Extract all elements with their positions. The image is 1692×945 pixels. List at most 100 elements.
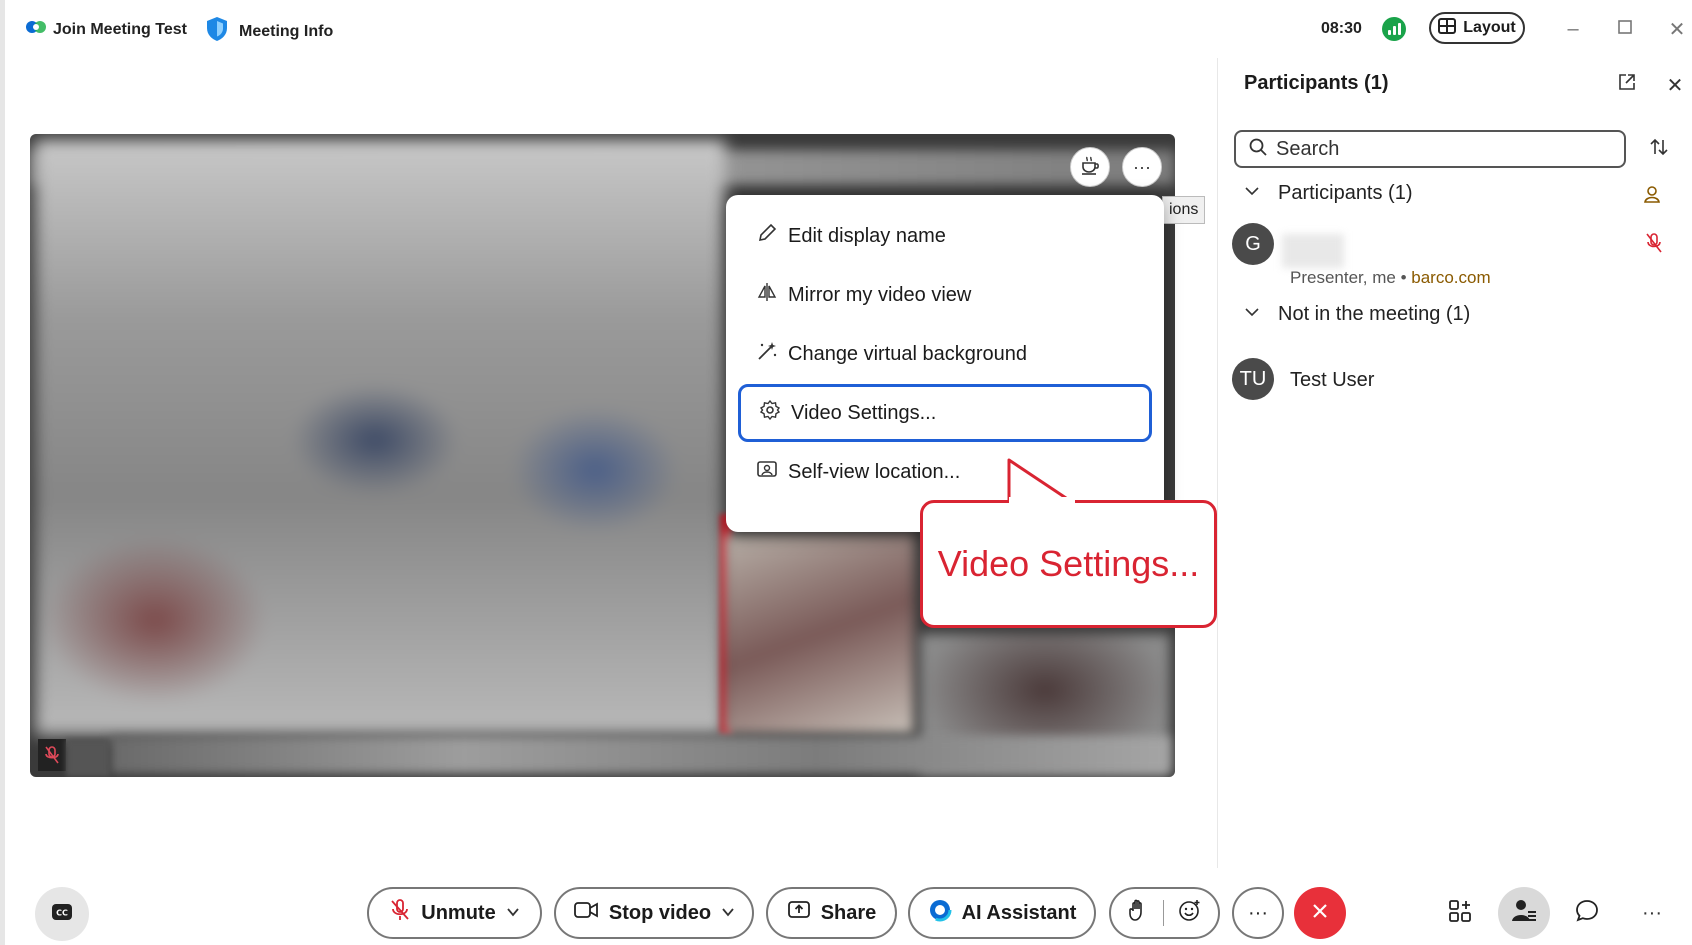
pop-out-icon <box>1617 72 1637 98</box>
video-camera-icon <box>573 900 599 926</box>
stop-video-button[interactable]: Stop video <box>554 887 754 939</box>
search-icon <box>1248 137 1268 162</box>
chat-button[interactable] <box>1567 893 1607 933</box>
chevron-down-icon[interactable] <box>506 902 520 925</box>
participants-panel: Participants (1) ✕ Participants (1) <box>1217 58 1692 868</box>
menu-item-video-settings[interactable]: Video Settings... <box>738 384 1152 442</box>
avatar[interactable]: TU <box>1232 358 1274 400</box>
more-dots-icon: ··· <box>1248 901 1268 924</box>
title-bar: Join Meeting Test Meeting Info 08:30 Lay… <box>5 0 1692 58</box>
share-label: Share <box>820 901 877 924</box>
participant-name: Test User <box>1290 369 1375 391</box>
section-participants[interactable]: Participants (1) <box>1244 182 1413 205</box>
unmute-button[interactable]: Unmute <box>367 887 542 939</box>
menu-item-label: Self-view location... <box>788 460 961 483</box>
self-view-icon <box>756 458 778 486</box>
pop-out-button[interactable] <box>1614 72 1640 98</box>
layout-label: Layout <box>1463 19 1516 36</box>
participant-domain: barco.com <box>1411 268 1491 287</box>
menu-item-label: Change virtual background <box>788 342 1028 365</box>
pencil-icon <box>756 222 778 250</box>
meeting-timer: 08:30 <box>1321 20 1362 37</box>
chat-bubble-icon <box>1574 898 1600 929</box>
close-icon: ✕ <box>1668 18 1686 41</box>
remote-video-tile[interactable] <box>724 534 914 734</box>
more-dots-icon: ··· <box>1133 156 1151 177</box>
participants-toggle-button[interactable] <box>1498 887 1550 939</box>
layout-button[interactable]: Layout <box>1429 12 1525 44</box>
meeting-info-button[interactable]: Meeting Info <box>205 16 333 47</box>
video-more-options-button[interactable]: ··· <box>1122 147 1162 187</box>
panel-title: Participants (1) <box>1244 72 1389 94</box>
participant-name-redacted <box>1282 234 1344 268</box>
network-signal-icon[interactable] <box>1382 17 1406 41</box>
close-icon <box>1310 901 1330 926</box>
close-icon: ✕ <box>1666 74 1684 97</box>
raise-hand-icon[interactable] <box>1127 898 1149 928</box>
layout-grid-icon <box>1438 17 1457 39</box>
menu-item-label: Video Settings... <box>791 401 937 424</box>
chevron-down-icon[interactable] <box>721 902 735 925</box>
meeting-window: Join Meeting Test Meeting Info 08:30 Lay… <box>0 0 1692 945</box>
app-title[interactable]: Join Meeting Test <box>25 18 187 41</box>
coffee-cup-icon <box>1079 154 1101 181</box>
ai-assistant-button[interactable]: AI Assistant <box>908 887 1096 939</box>
self-video-tile[interactable] <box>35 140 725 735</box>
divider <box>1163 900 1164 926</box>
host-badge-icon <box>1642 184 1662 209</box>
role-text: Presenter, me <box>1290 268 1396 287</box>
minimize-button[interactable]: – <box>1558 14 1588 44</box>
section-label: Not in the meeting (1) <box>1278 303 1471 325</box>
menu-item-edit-display-name[interactable]: Edit display name <box>738 207 1152 265</box>
magic-wand-icon <box>756 340 778 368</box>
webex-logo-icon <box>25 18 47 41</box>
svg-text:CC: CC <box>56 908 68 917</box>
participants-list-icon <box>1510 898 1538 929</box>
section-not-in-meeting[interactable]: Not in the meeting (1) <box>1244 303 1470 326</box>
apps-button[interactable] <box>1440 893 1480 933</box>
sort-button[interactable] <box>1644 134 1674 164</box>
share-button[interactable]: Share <box>766 887 897 939</box>
avatar[interactable]: G <box>1232 223 1274 265</box>
ai-assistant-icon <box>928 898 952 928</box>
stop-video-label: Stop video <box>608 901 712 924</box>
ai-assistant-label: AI Assistant <box>961 901 1077 924</box>
callout-pointer-join <box>1009 497 1075 505</box>
meeting-info-label: Meeting Info <box>239 22 334 40</box>
menu-item-change-virtual-background[interactable]: Change virtual background <box>738 325 1152 383</box>
section-label: Participants (1) <box>1278 182 1413 204</box>
closed-captions-button[interactable]: CC <box>35 887 89 941</box>
role-separator: • <box>1400 268 1407 287</box>
maximize-icon <box>1617 18 1633 41</box>
emoji-reaction-icon[interactable] <box>1178 898 1202 928</box>
unmute-label: Unmute <box>421 901 496 924</box>
muted-mic-icon <box>38 739 66 771</box>
minimize-icon: – <box>1567 17 1579 40</box>
overflow-menu-button[interactable]: ··· <box>1632 893 1672 933</box>
annotation-callout: Video Settings... <box>920 500 1217 628</box>
chevron-down-icon <box>1244 303 1260 326</box>
muted-mic-icon <box>389 898 411 928</box>
mirror-icon <box>756 281 778 309</box>
reactions-group <box>1109 887 1220 939</box>
participant-search[interactable] <box>1234 130 1626 168</box>
break-button[interactable] <box>1070 147 1110 187</box>
menu-item-mirror-video[interactable]: Mirror my video view <box>738 266 1152 324</box>
close-panel-button[interactable]: ✕ <box>1662 72 1688 98</box>
muted-mic-icon[interactable] <box>1644 232 1664 259</box>
participant-role: Presenter, me • barco.com <box>1290 268 1491 288</box>
maximize-button[interactable] <box>1610 14 1640 44</box>
search-input[interactable] <box>1276 137 1596 161</box>
menu-item-label: Mirror my video view <box>788 283 972 306</box>
sort-icon <box>1648 136 1670 163</box>
gear-icon <box>759 399 781 427</box>
more-dots-icon: ··· <box>1642 901 1662 924</box>
menu-item-label: Edit display name <box>788 224 946 247</box>
more-options-button[interactable]: ··· <box>1232 887 1284 939</box>
chevron-down-icon <box>1244 182 1260 205</box>
video-name-bar <box>110 736 1170 774</box>
share-screen-icon <box>787 900 811 926</box>
end-call-button[interactable] <box>1294 887 1346 939</box>
close-window-button[interactable]: ✕ <box>1662 14 1692 44</box>
shield-icon <box>205 16 229 47</box>
